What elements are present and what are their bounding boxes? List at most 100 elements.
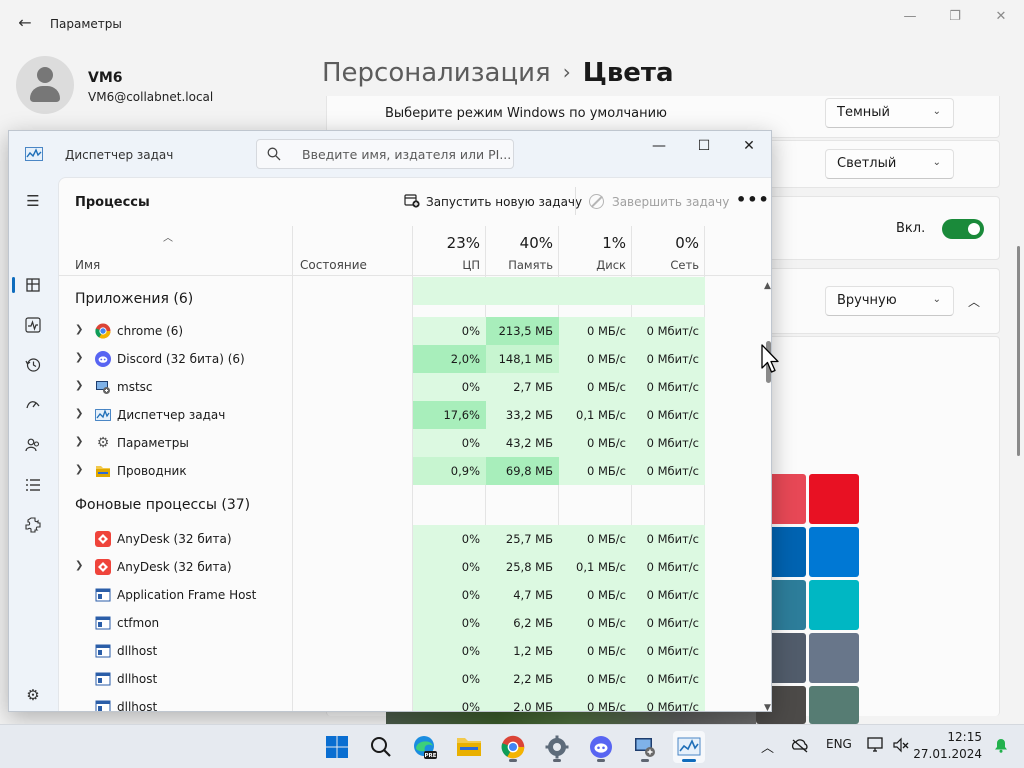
table-row[interactable]: ❯ Discord (32 бита) (6) 2,0% 148,1 МБ 0 … xyxy=(59,345,764,373)
accent-mode-select[interactable]: Вручную ⌄ xyxy=(825,286,954,316)
table-row[interactable]: Application Frame Host 0% 4,7 МБ 0 МБ/с … xyxy=(59,581,764,609)
process-name: AnyDesk (32 бита) xyxy=(117,560,232,574)
accent-swatch[interactable] xyxy=(809,527,859,577)
running-indicator xyxy=(597,759,605,762)
column-name[interactable]: Имя xyxy=(75,258,100,272)
network-disconnected-icon[interactable] xyxy=(790,738,810,754)
nav-services-icon[interactable] xyxy=(21,513,45,537)
discord-taskbar-button[interactable] xyxy=(585,731,617,763)
app-mode-select[interactable]: Светлый ⌄ xyxy=(825,149,954,179)
settings-taskbar-button[interactable] xyxy=(541,731,573,763)
chevron-right-icon[interactable]: ❯ xyxy=(75,408,83,419)
column-state[interactable]: Состояние xyxy=(300,258,367,272)
chevron-right-icon[interactable]: ❯ xyxy=(75,380,83,391)
column-cpu[interactable]: ЦП xyxy=(413,258,480,272)
accent-swatch[interactable] xyxy=(809,474,859,524)
cpu-cell: 0% xyxy=(413,665,486,693)
table-row[interactable]: ❯ Проводник 0,9% 69,8 МБ 0 МБ/с 0 Мбит/с xyxy=(59,457,764,485)
scroll-up-icon[interactable]: ▲ xyxy=(764,281,771,291)
memory-cell: 2,0 МБ xyxy=(486,693,559,711)
column-network[interactable]: Сеть xyxy=(632,258,699,272)
search-button[interactable] xyxy=(365,731,397,763)
chrome-taskbar-button[interactable] xyxy=(497,731,529,763)
transparency-toggle[interactable] xyxy=(942,219,984,239)
toolbar-divider xyxy=(575,187,576,215)
windows-logo-icon xyxy=(326,736,348,758)
minimize-icon[interactable]: — xyxy=(645,135,673,157)
table-row[interactable]: ctfmon 0% 6,2 МБ 0 МБ/с 0 Мбит/с xyxy=(59,609,764,637)
user-email: VM6@collabnet.local xyxy=(88,90,214,104)
run-new-task-button[interactable]: Запустить новую задачу xyxy=(404,194,582,209)
table-row[interactable]: dllhost 0% 2,2 МБ 0 МБ/с 0 Мбит/с xyxy=(59,665,764,693)
back-arrow-icon[interactable]: ← xyxy=(14,12,36,34)
chevron-right-icon[interactable]: ❯ xyxy=(75,352,83,363)
table-row[interactable]: AnyDesk (32 бита) 0% 25,7 МБ 0 МБ/с 0 Мб… xyxy=(59,525,764,553)
column-disk[interactable]: Диск xyxy=(559,258,626,272)
chevron-down-icon: ⌄ xyxy=(932,106,941,117)
process-list-scrollbar[interactable]: ▲ ▼ xyxy=(764,277,771,711)
more-options-button[interactable]: ••• xyxy=(736,190,770,209)
cpu-cell: 2,0% xyxy=(413,345,486,373)
search-input[interactable]: Введите имя, издателя или PI... xyxy=(256,139,514,169)
chevron-up-icon[interactable]: ︿ xyxy=(761,737,774,756)
hamburger-menu-icon[interactable]: ☰ xyxy=(21,189,45,213)
column-memory[interactable]: Память xyxy=(486,258,553,272)
transparency-toggle-label: Вкл. xyxy=(896,221,926,236)
restore-icon[interactable]: ❐ xyxy=(940,6,970,28)
table-row[interactable]: ❯ Диспетчер задач 17,6% 33,2 МБ 0,1 МБ/с… xyxy=(59,401,764,429)
close-icon[interactable]: ✕ xyxy=(986,6,1016,28)
notification-bell-icon[interactable] xyxy=(994,738,1008,753)
nav-startup-icon[interactable] xyxy=(21,393,45,417)
chevron-right-icon[interactable]: ❯ xyxy=(75,560,83,571)
breadcrumb-parent[interactable]: Персонализация xyxy=(322,58,551,88)
windows-mode-select[interactable]: Темный ⌄ xyxy=(825,98,954,128)
language-indicator[interactable]: ENG xyxy=(826,737,852,751)
column-network-total[interactable]: 0% xyxy=(632,234,699,252)
table-row[interactable]: ❯ AnyDesk (32 бита) 0% 25,8 МБ 0,1 МБ/с … xyxy=(59,553,764,581)
remote-desktop-taskbar-button[interactable] xyxy=(629,731,661,763)
column-memory-total[interactable]: 40% xyxy=(486,234,553,252)
column-cpu-total[interactable]: 23% xyxy=(413,234,480,252)
chevron-up-icon[interactable]: ︿ xyxy=(960,288,988,316)
network-cell: 0 Мбит/с xyxy=(632,429,705,457)
chevron-right-icon[interactable]: ❯ xyxy=(75,436,83,447)
table-row[interactable]: dllhost 0% 2,0 МБ 0 МБ/с 0 Мбит/с xyxy=(59,693,764,711)
clock[interactable]: 12:15 27.01.2024 xyxy=(913,729,982,763)
task-manager-taskbar-button[interactable] xyxy=(673,731,705,763)
end-task-button[interactable]: Завершить задачу xyxy=(589,194,729,209)
close-icon[interactable]: ✕ xyxy=(735,135,763,157)
nav-users-icon[interactable] xyxy=(21,433,45,457)
nav-processes-icon[interactable] xyxy=(21,273,45,297)
disk-cell: 0 МБ/с xyxy=(559,373,632,401)
cpu-cell: 0% xyxy=(413,429,486,457)
file-explorer-taskbar-button[interactable] xyxy=(453,731,485,763)
start-button[interactable] xyxy=(321,731,353,763)
settings-gear-icon[interactable]: ⚙ xyxy=(21,683,45,707)
process-name: chrome (6) xyxy=(117,324,184,338)
column-disk-total[interactable]: 1% xyxy=(559,234,626,252)
folder-icon xyxy=(96,466,110,477)
table-row[interactable]: ❯ chrome (6) 0% 213,5 МБ 0 МБ/с 0 Мбит/с xyxy=(59,317,764,345)
table-row[interactable]: dllhost 0% 1,2 МБ 0 МБ/с 0 Мбит/с xyxy=(59,637,764,665)
task-manager-nav: ☰ ⚙ xyxy=(9,177,57,711)
table-row[interactable]: ❯ mstsc 0% 2,7 МБ 0 МБ/с 0 Мбит/с xyxy=(59,373,764,401)
display-icon[interactable] xyxy=(867,737,883,753)
volume-muted-icon[interactable] xyxy=(893,737,909,753)
scroll-down-icon[interactable]: ▼ xyxy=(764,703,771,711)
edge-taskbar-button[interactable]: PRE xyxy=(409,731,441,763)
accent-swatch[interactable] xyxy=(809,580,859,630)
nav-performance-icon[interactable] xyxy=(21,313,45,337)
minimize-icon[interactable]: — xyxy=(895,6,925,28)
process-name: Проводник xyxy=(117,464,187,478)
settings-scrollbar[interactable] xyxy=(1017,246,1020,456)
disk-cell: 0,1 МБ/с xyxy=(559,401,632,429)
chevron-right-icon[interactable]: ❯ xyxy=(75,324,83,335)
accent-swatch[interactable] xyxy=(809,633,859,683)
chevron-right-icon[interactable]: ❯ xyxy=(75,464,83,475)
nav-app-history-icon[interactable] xyxy=(21,353,45,377)
maximize-icon[interactable]: ☐ xyxy=(690,135,718,157)
accent-swatch[interactable] xyxy=(809,686,859,724)
discord-icon xyxy=(95,351,111,367)
nav-details-icon[interactable] xyxy=(21,473,45,497)
table-row[interactable]: ❯ ⚙ Параметры 0% 43,2 МБ 0 МБ/с 0 Мбит/с xyxy=(59,429,764,457)
